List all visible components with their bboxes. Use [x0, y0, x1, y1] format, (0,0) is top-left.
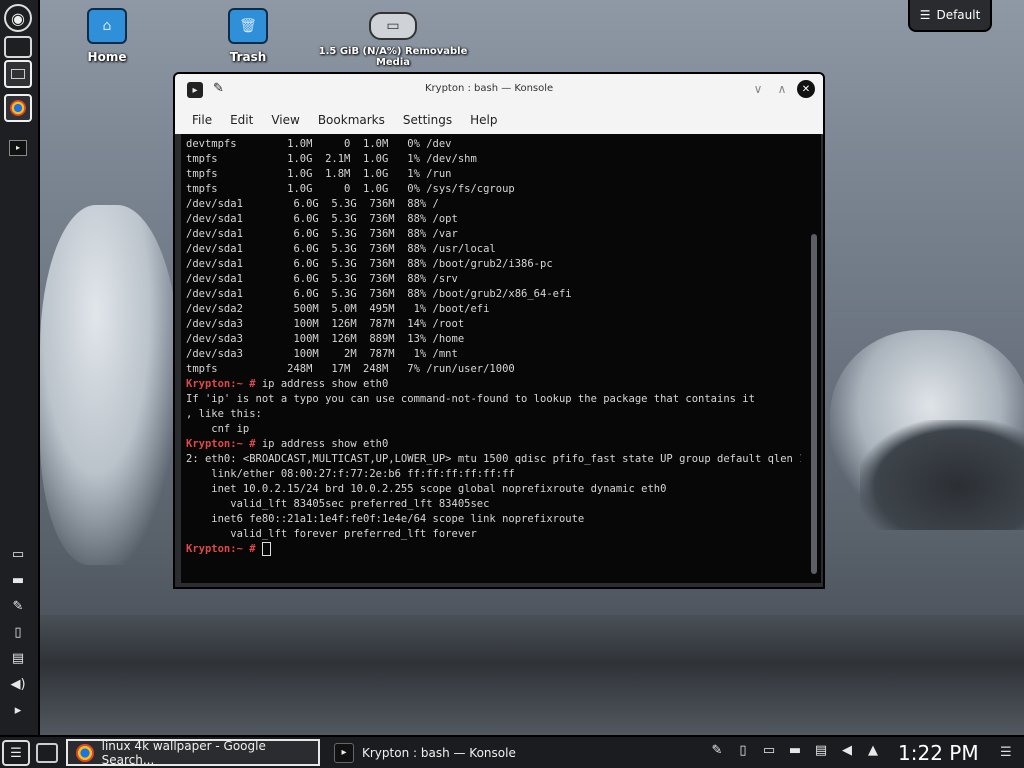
- battery-icon[interactable]: ▬: [9, 571, 27, 589]
- maximize-button[interactable]: ∧: [773, 80, 791, 98]
- usb-drive-icon[interactable]: ▯: [734, 743, 752, 758]
- terminal-line: valid_lft forever preferred_lft forever: [186, 528, 477, 540]
- terminal-line: valid_lft 83405sec preferred_lft 83405se…: [186, 498, 490, 510]
- task-label: Krypton : bash — Konsole: [362, 745, 516, 760]
- home-folder-icon: ⌂: [87, 8, 127, 44]
- terminal-line: /dev/sda1 6.0G 5.3G 736M 88% /opt: [186, 213, 458, 225]
- clipboard-icon[interactable]: ▤: [812, 743, 830, 758]
- terminal-line: /dev/sda3 100M 2M 787M 1% /mnt: [186, 348, 458, 360]
- tools-icon[interactable]: ✎: [9, 597, 27, 615]
- terminal-line: 2: eth0: <BROADCAST,MULTICAST,UP,LOWER_U…: [186, 453, 801, 465]
- desktop-icon-label: Trash: [229, 50, 267, 64]
- terminal-line: inet 10.0.2.15/24 brd 10.0.2.255 scope g…: [186, 483, 667, 495]
- volume-icon[interactable]: ◀: [838, 743, 856, 758]
- terminal-line: link/ether 08:00:27:f:77:2e:b6 ff:ff:ff:…: [186, 468, 515, 480]
- prompt-text: Krypton:~ #: [186, 438, 262, 450]
- konsole-task-icon[interactable]: ▸: [4, 134, 32, 162]
- menu-view[interactable]: View: [262, 113, 308, 127]
- chrome-icon: [76, 743, 94, 762]
- close-button[interactable]: ✕: [797, 80, 815, 98]
- desktop-icon-label: 1.5 GiB (N/A%) Removable Media: [318, 46, 468, 68]
- menu-help[interactable]: Help: [461, 113, 506, 127]
- terminal-line: /dev/sda1 6.0G 5.3G 736M 88% /: [186, 198, 439, 210]
- pager-desktop-1[interactable]: [4, 36, 32, 58]
- terminal-line: /dev/sda1 6.0G 5.3G 736M 88% /srv: [186, 273, 458, 285]
- terminal-line: /dev/sda1 6.0G 5.3G 736M 88% /usr/local: [186, 243, 496, 255]
- terminal-prompt-line: Krypton:~ # ip address show eth0: [186, 437, 801, 452]
- desktop-icon-label: Home: [87, 50, 127, 64]
- system-tray: ✎ ▯ ▭ ▬ ▤ ◀ ▲: [708, 743, 882, 758]
- display-icon[interactable]: ▭: [9, 545, 27, 563]
- terminal-line: /dev/sda1 6.0G 5.3G 736M 88% /boot/grub2…: [186, 258, 553, 270]
- desktop-icon-trash[interactable]: 🗑 Trash: [188, 8, 308, 64]
- trash-icon: 🗑: [228, 8, 268, 44]
- konsole-window: ▸ ✎ Krypton : bash — Konsole ∨ ∧ ✕ File …: [173, 72, 825, 589]
- display-icon[interactable]: ▭: [760, 743, 778, 758]
- app-launcher-button[interactable]: ☰: [2, 740, 30, 766]
- terminal-line: /dev/sda1 6.0G 5.3G 736M 88% /var: [186, 228, 458, 240]
- command-text: ip address show eth0: [261, 378, 389, 390]
- terminal-output: devtmpfs 1.0M 0 1.0M 0% /dev tmpfs 1.0G 2…: [186, 137, 801, 557]
- pin-icon[interactable]: ✎: [213, 81, 224, 96]
- terminal-line: , like this:: [186, 408, 262, 420]
- activity-switcher[interactable]: ☰ Default: [908, 0, 992, 32]
- text-cursor: [261, 542, 271, 556]
- activity-label: Default: [936, 8, 981, 22]
- drive-icon: ▭: [369, 12, 417, 40]
- terminal-line: /dev/sda3 100M 126M 889M 13% /home: [186, 333, 465, 345]
- terminal-line: /dev/sda2 500M 5.0M 495M 1% /boot/efi: [186, 303, 490, 315]
- terminal-view[interactable]: devtmpfs 1.0M 0 1.0M 0% /dev tmpfs 1.0G 2…: [181, 134, 821, 583]
- pager-widget[interactable]: [36, 743, 58, 763]
- terminal-line: /dev/sda1 6.0G 5.3G 736M 88% /boot/grub2…: [186, 288, 572, 300]
- menu-file[interactable]: File: [183, 113, 221, 127]
- bottom-taskbar: ☰ linux 4k wallpaper - Google Search... …: [0, 735, 1024, 768]
- chrome-task-icon[interactable]: [4, 94, 32, 122]
- command-text: ip address show eth0: [261, 438, 389, 450]
- expand-tray-icon[interactable]: ▲: [864, 743, 882, 758]
- window-title: Krypton : bash — Konsole: [425, 83, 554, 94]
- prompt-text: Krypton:~ #: [186, 378, 262, 390]
- tools-icon[interactable]: ✎: [708, 743, 726, 758]
- app-launcher-icon[interactable]: ◉: [4, 4, 32, 32]
- terminal-line: tmpfs 248M 17M 248M 7% /run/user/1000: [186, 363, 515, 375]
- window-titlebar[interactable]: ▸ ✎ Krypton : bash — Konsole ∨ ∧ ✕: [175, 74, 823, 106]
- show-desktop-icon[interactable]: ☰: [1000, 745, 1012, 760]
- prompt-text: Krypton:~ #: [186, 543, 262, 555]
- desktop-icon-home[interactable]: ⌂ Home: [47, 8, 167, 64]
- terminal-line: If 'ip' is not a typo you can use comman…: [186, 393, 755, 405]
- menu-edit[interactable]: Edit: [221, 113, 262, 127]
- terminal-prompt-line: Krypton:~ # ip address show eth0: [186, 377, 801, 392]
- expand-tray-icon[interactable]: ▸: [9, 701, 27, 719]
- volume-icon[interactable]: ◀): [9, 675, 27, 693]
- left-panel: ◉ ▸ ▭ ▬ ✎ ▯ ▤ ◀) ▸: [0, 0, 40, 735]
- battery-icon[interactable]: ▬: [786, 743, 804, 758]
- terminal-prompt-line: Krypton:~ #: [186, 542, 801, 557]
- menu-bookmarks[interactable]: Bookmarks: [309, 113, 394, 127]
- task-konsole[interactable]: ▸ Krypton : bash — Konsole: [326, 739, 586, 766]
- clock[interactable]: 1:22 PM: [898, 741, 979, 765]
- terminal-line: tmpfs 1.0G 2.1M 1.0G 1% /dev/shm: [186, 153, 477, 165]
- task-chrome[interactable]: linux 4k wallpaper - Google Search...: [66, 738, 320, 767]
- pager-desktop-2[interactable]: [4, 60, 32, 88]
- konsole-app-icon[interactable]: ▸: [187, 82, 203, 98]
- usb-drive-icon[interactable]: ▯: [9, 623, 27, 641]
- terminal-line: tmpfs 1.0G 1.8M 1.0G 1% /run: [186, 168, 452, 180]
- terminal-line: cnf ip: [186, 423, 250, 435]
- terminal-line: devtmpfs 1.0M 0 1.0M 0% /dev: [186, 138, 452, 150]
- menu-settings[interactable]: Settings: [394, 113, 461, 127]
- terminal-line: /dev/sda3 100M 126M 787M 14% /root: [186, 318, 465, 330]
- terminal-scrollbar[interactable]: [811, 234, 817, 574]
- konsole-icon: ▸: [334, 742, 354, 763]
- menu-bar: File Edit View Bookmarks Settings Help: [175, 106, 823, 134]
- menu-icon: ☰: [919, 8, 931, 22]
- minimize-button[interactable]: ∨: [749, 80, 767, 98]
- terminal-line: tmpfs 1.0G 0 1.0G 0% /sys/fs/cgroup: [186, 183, 515, 195]
- task-label: linux 4k wallpaper - Google Search...: [101, 738, 266, 767]
- clipboard-icon[interactable]: ▤: [9, 649, 27, 667]
- desktop-icon-removable-media[interactable]: ▭ 1.5 GiB (N/A%) Removable Media: [318, 8, 468, 68]
- terminal-line: inet6 fe80::21a1:1e4f:fe0f:1e4e/64 scope…: [186, 513, 585, 525]
